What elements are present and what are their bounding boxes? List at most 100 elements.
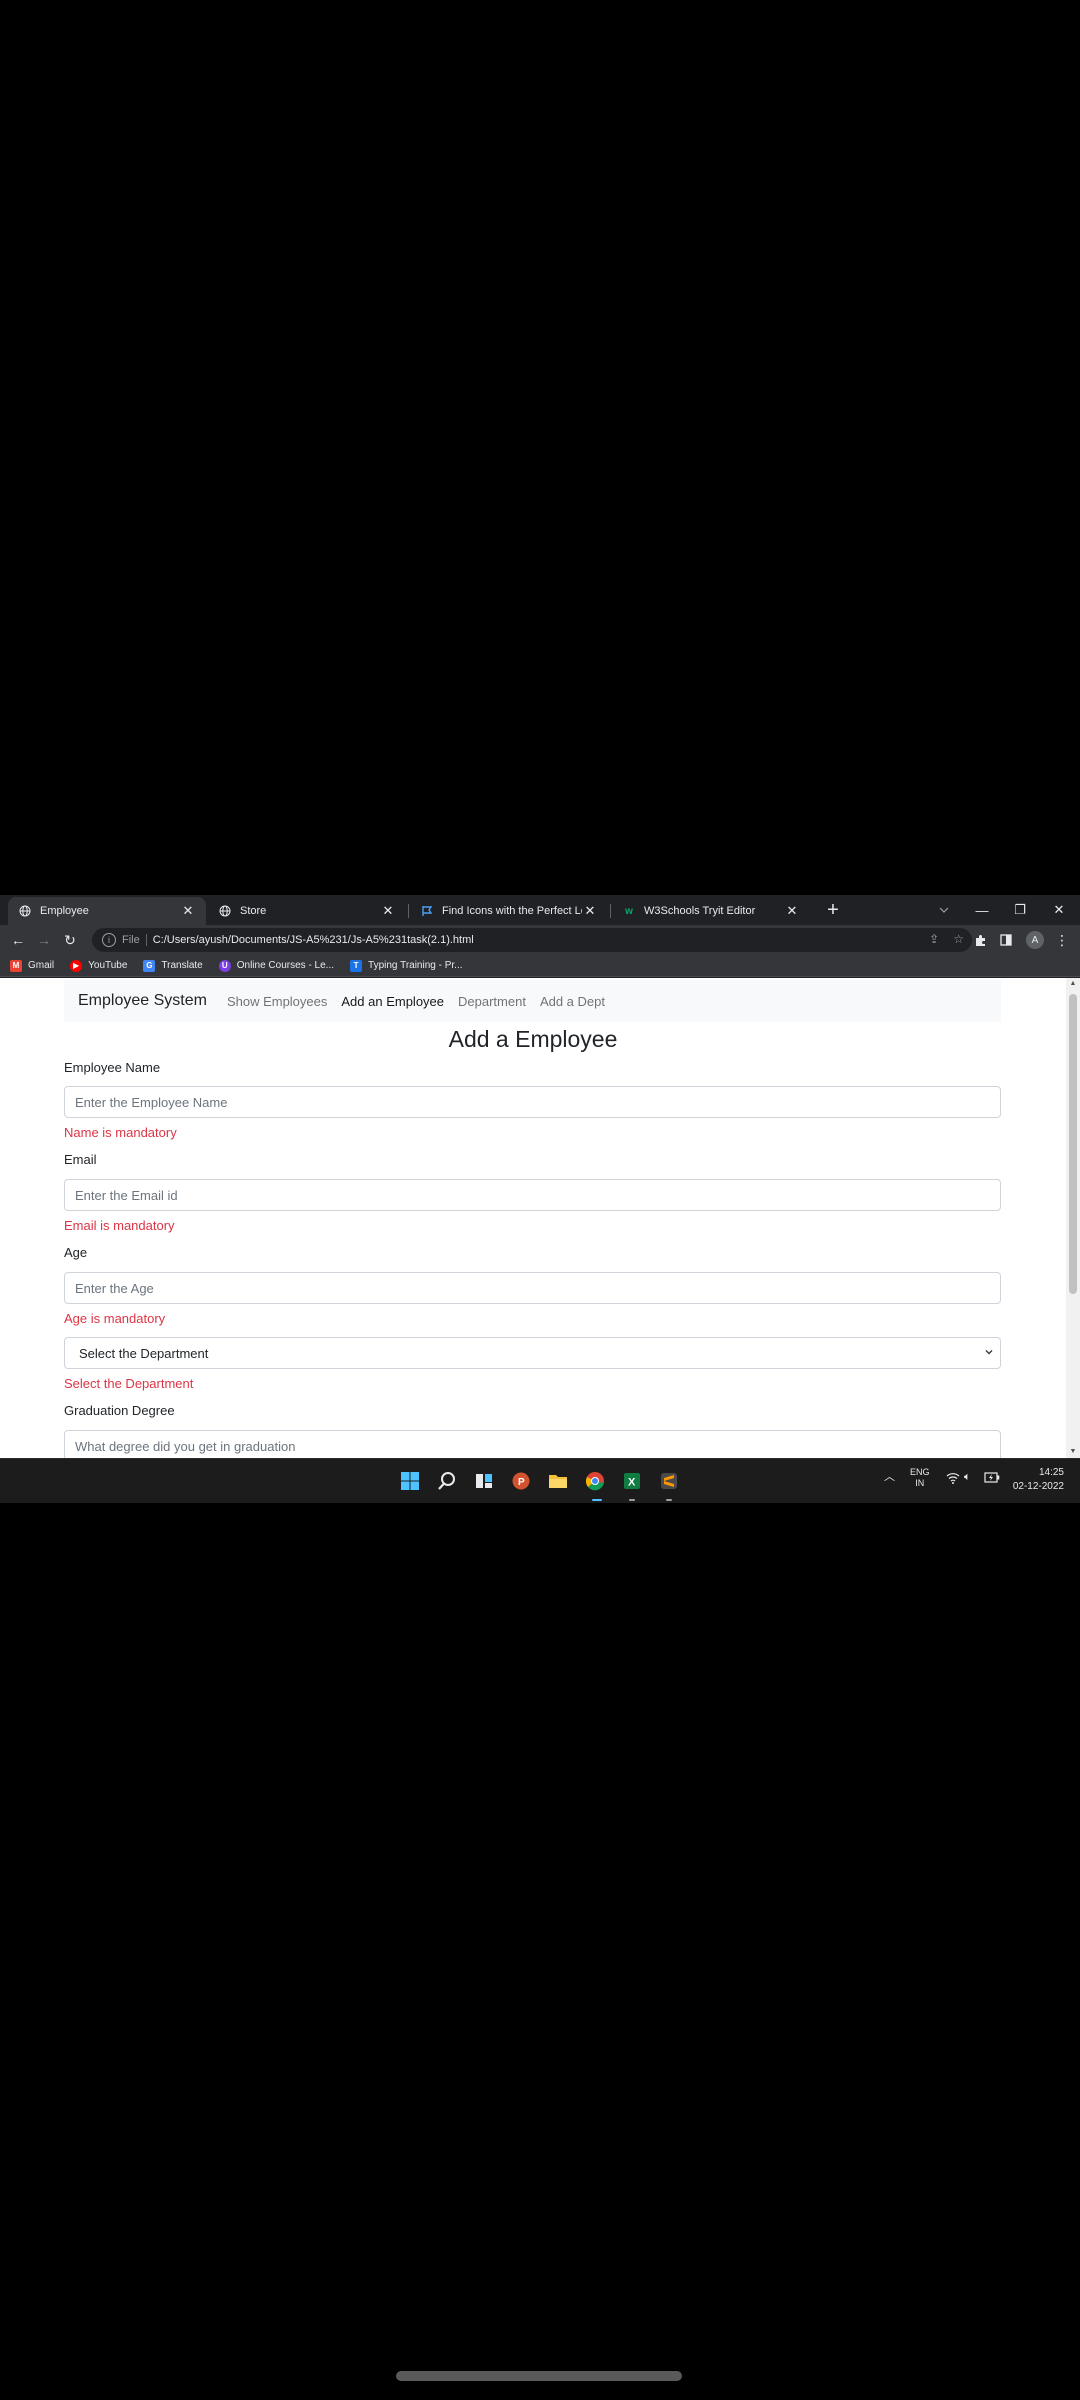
tab-find-icons[interactable]: Find Icons with the Perfect Look ✕ <box>410 897 608 925</box>
svg-text:X: X <box>628 1477 636 1489</box>
nav-add-dept[interactable]: Add a Dept <box>540 994 605 1009</box>
reload-button[interactable]: ↻ <box>60 930 80 950</box>
navbar-brand[interactable]: Employee System <box>78 992 207 1010</box>
email-error: Email is mandatory <box>64 1218 175 1233</box>
scroll-thumb[interactable] <box>1069 994 1077 1294</box>
home-indicator[interactable] <box>396 2371 682 2381</box>
share-icon[interactable]: ⇪ <box>929 932 939 946</box>
sublime-text-icon[interactable] <box>658 1470 680 1492</box>
excel-running-indicator <box>629 1499 635 1501</box>
sublime-running-indicator <box>666 1499 672 1501</box>
nav-add-employee[interactable]: Add an Employee <box>341 994 444 1009</box>
tab-title: Store <box>240 905 267 917</box>
close-icon[interactable]: ✕ <box>582 903 598 919</box>
window-close-button[interactable]: ✕ <box>1040 895 1078 925</box>
extensions-icon[interactable] <box>970 930 990 950</box>
wifi-icon[interactable] <box>946 1472 960 1487</box>
chrome-icon[interactable] <box>584 1470 606 1492</box>
bookmark-translate[interactable]: G Translate <box>143 959 203 972</box>
side-panel-icon[interactable] <box>996 930 1016 950</box>
bookmark-youtube[interactable]: ▶ YouTube <box>70 959 128 972</box>
tab-title: Employee <box>40 905 89 917</box>
file-explorer-icon[interactable] <box>547 1470 569 1492</box>
battery-icon[interactable] <box>984 1472 1000 1486</box>
svg-text:P: P <box>518 1477 525 1488</box>
back-button[interactable]: ← <box>8 930 28 950</box>
address-divider <box>145 934 147 946</box>
address-bar[interactable]: i File C:/Users/ayush/Documents/JS-A5%23… <box>92 928 972 952</box>
employee-name-error: Name is mandatory <box>64 1125 177 1140</box>
chevron-down-icon <box>985 1350 993 1355</box>
windows-start-icon[interactable] <box>399 1470 421 1492</box>
address-actions: ⇪ ☆ <box>929 932 964 946</box>
new-tab-button[interactable]: + <box>822 900 844 922</box>
tab-title: W3Schools Tryit Editor <box>644 905 756 917</box>
region-code: IN <box>915 1478 925 1488</box>
menu-kebab-icon[interactable]: ⋮ <box>1052 930 1072 950</box>
age-input[interactable]: Enter the Age <box>64 1272 1001 1304</box>
restore-button[interactable]: ❐ <box>1001 895 1039 925</box>
language-code: ENG <box>910 1467 930 1477</box>
department-error: Select the Department <box>64 1376 194 1391</box>
scroll-down-arrow[interactable]: ▼ <box>1069 1448 1077 1456</box>
address-url[interactable]: C:/Users/ayush/Documents/JS-A5%231/Js-A5… <box>153 934 474 946</box>
tab-employee[interactable]: Employee ✕ <box>8 897 206 925</box>
chrome-active-indicator <box>592 1499 602 1501</box>
profile-avatar[interactable]: A <box>1026 931 1044 949</box>
minimize-button[interactable]: — <box>963 895 1001 925</box>
bookmarks-bar: M Gmail ▶ YouTube G Translate U Online C… <box>0 955 1080 977</box>
site-navbar: Employee System Show Employees Add an Em… <box>64 980 1001 1022</box>
bookmark-label: Typing Training - Pr... <box>368 960 463 971</box>
task-view-icon[interactable] <box>473 1470 495 1492</box>
bookmark-gmail[interactable]: M Gmail <box>10 959 55 972</box>
volume-icon[interactable]: 🔈︎ <box>964 1472 971 1483</box>
tab-separator <box>610 904 611 918</box>
clock-time: 14:25 <box>1038 1467 1064 1478</box>
employee-name-input[interactable]: Enter the Employee Name <box>64 1086 1001 1118</box>
close-icon[interactable]: ✕ <box>380 903 396 919</box>
tab-strip: Employee ✕ Store ✕ Find Icons with the P… <box>0 895 1080 925</box>
page-scrollbar[interactable]: ▲ ▼ <box>1066 978 1080 1458</box>
close-icon[interactable]: ✕ <box>180 903 196 919</box>
powerpoint-icon[interactable]: P <box>510 1470 532 1492</box>
tab-w3schools[interactable]: w W3Schools Tryit Editor ✕ <box>612 897 810 925</box>
employee-name-label: Employee Name <box>64 1060 161 1075</box>
graduation-input[interactable]: What degree did you get in graduation <box>64 1430 1001 1458</box>
clock-date: 02-12-2022 <box>1012 1481 1064 1492</box>
globe-icon <box>218 904 232 918</box>
star-icon[interactable]: ☆ <box>953 932 964 946</box>
tab-search-button[interactable] <box>925 895 963 925</box>
graduation-label: Graduation Degree <box>64 1403 175 1418</box>
w3schools-icon: w <box>625 905 633 917</box>
department-select[interactable]: Select the Department <box>64 1337 1001 1369</box>
language-indicator[interactable]: ENG IN <box>910 1467 930 1489</box>
close-icon[interactable]: ✕ <box>784 903 800 919</box>
info-icon[interactable]: i <box>102 933 116 947</box>
address-scheme: File <box>122 934 140 946</box>
bookmark-typing-training[interactable]: T Typing Training - Pr... <box>350 959 463 972</box>
forward-button[interactable]: → <box>34 930 54 950</box>
search-icon[interactable] <box>436 1470 458 1492</box>
age-error: Age is mandatory <box>64 1311 166 1326</box>
translate-icon: G <box>143 959 156 972</box>
bookmark-label: YouTube <box>88 960 128 971</box>
scroll-up-arrow[interactable]: ▲ <box>1069 980 1077 988</box>
department-select-value: Select the Department <box>79 1345 209 1361</box>
gmail-icon: M <box>10 959 22 972</box>
excel-icon[interactable]: X <box>621 1470 643 1492</box>
browser-toolbar: ← → ↻ i File C:/Users/ayush/Documents/JS… <box>0 925 1080 955</box>
bookmark-label: Gmail <box>28 960 55 971</box>
chevron-up-icon[interactable]: ︿ <box>884 1472 895 1483</box>
youtube-icon: ▶ <box>70 959 83 972</box>
windows-taskbar: P X ︿ ENG IN 🔈︎ 14:25 02-12-2022 <box>0 1458 1080 1503</box>
email-input[interactable]: Enter the Email id <box>64 1179 1001 1211</box>
system-clock[interactable]: 14:25 02-12-2022 <box>1013 1466 1064 1494</box>
bookmark-online-courses[interactable]: U Online Courses - Le... <box>218 959 335 972</box>
bookmark-label: Online Courses - Le... <box>236 960 335 971</box>
tab-store[interactable]: Store ✕ <box>208 897 406 925</box>
desktop-screen: Employee ✕ Store ✕ Find Icons with the P… <box>0 895 1080 1503</box>
page-title: Add a Employee <box>448 1026 618 1052</box>
nav-department[interactable]: Department <box>458 994 526 1009</box>
chevron-down-icon <box>939 907 949 913</box>
nav-show-employees[interactable]: Show Employees <box>227 994 327 1009</box>
